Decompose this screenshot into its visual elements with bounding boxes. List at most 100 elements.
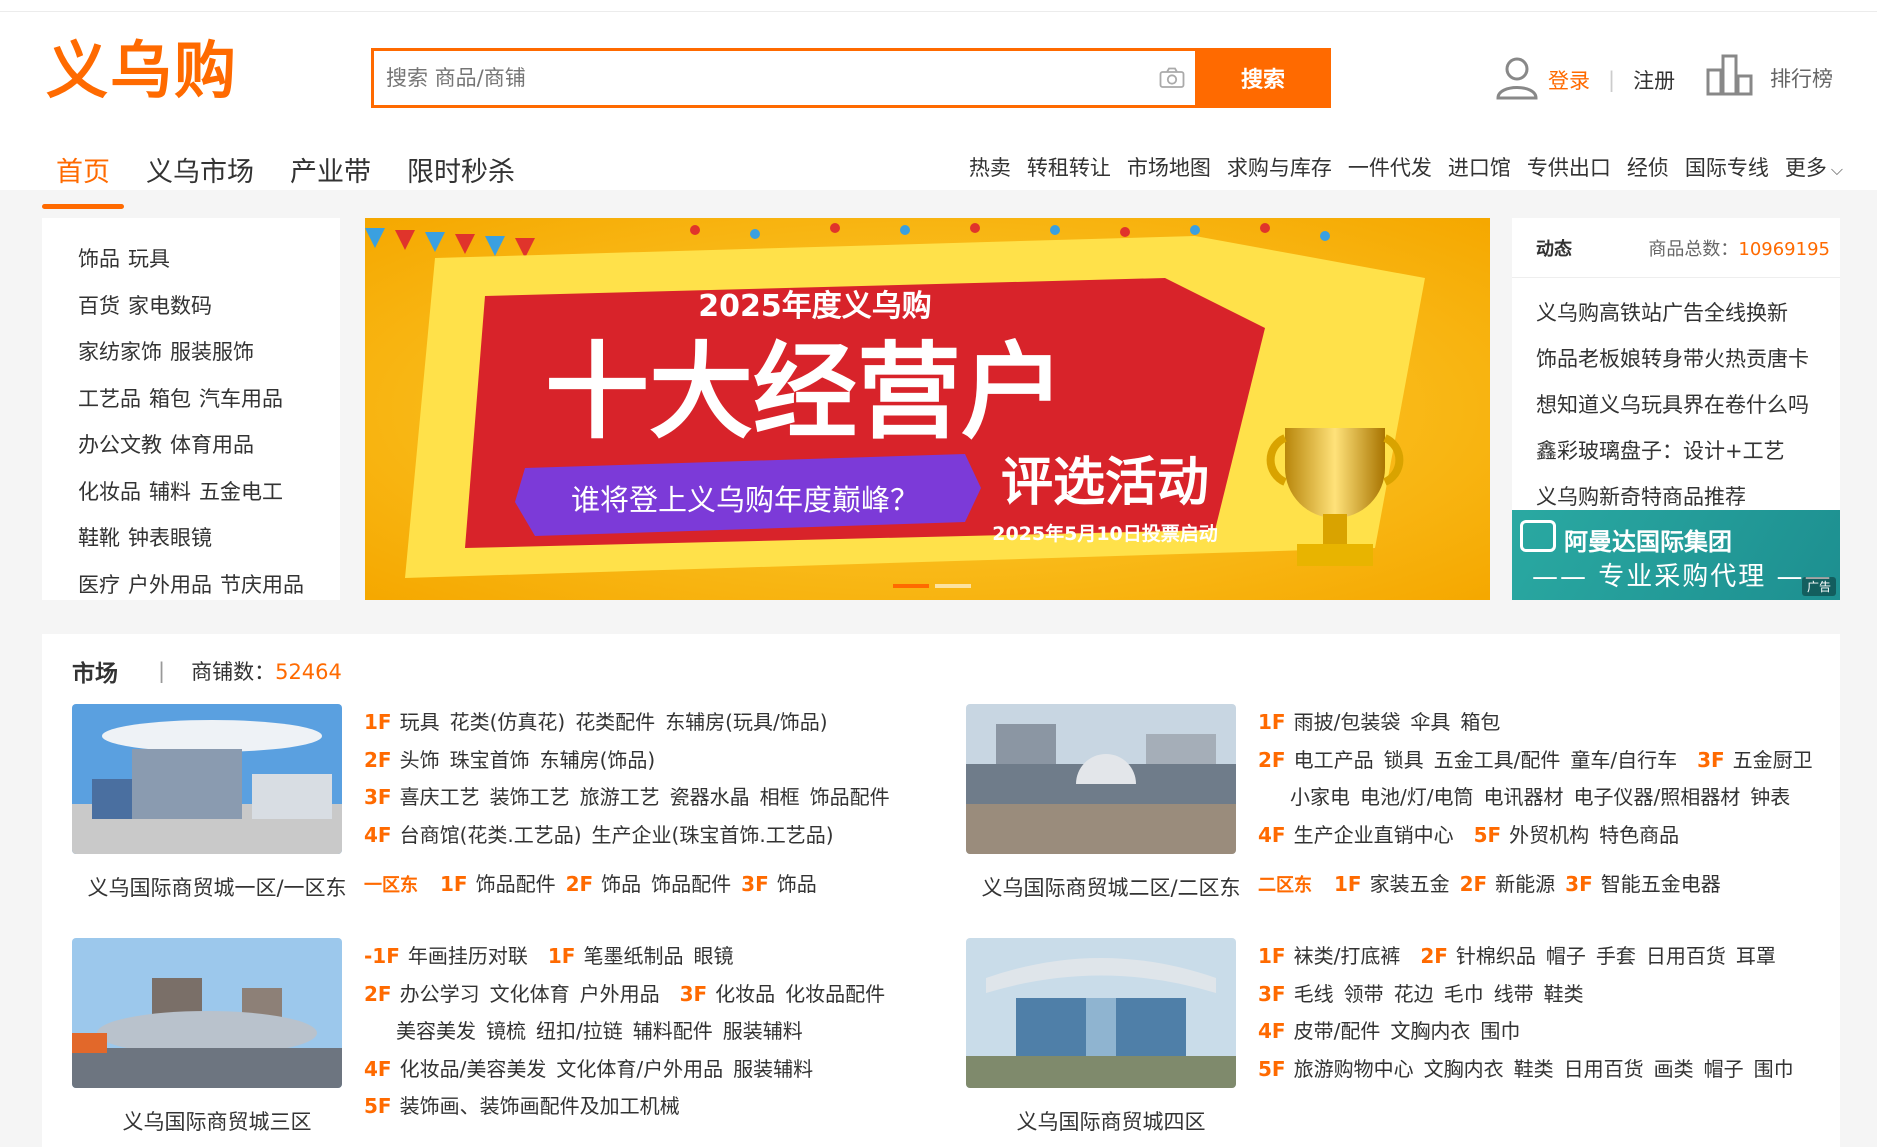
market-category-link[interactable]: 五金工具/配件 [1434,748,1561,772]
market-category-link[interactable]: 帽子 [1704,1057,1744,1081]
market-category-link[interactable]: 服装辅料 [723,1019,803,1043]
search-input[interactable] [374,51,1149,105]
category-link[interactable]: 玩具 [128,247,170,271]
category-link[interactable]: 家纺家饰 [78,340,162,364]
market-category-link[interactable]: 玩具 [400,710,440,734]
market-category-link[interactable]: 化妆品/美容美发 [400,1057,547,1081]
news-item[interactable]: 义乌购高铁站广告全线换新 [1536,290,1840,336]
ad-banner[interactable]: 阿曼达国际集团 —— 专业采购代理 —— 广告 [1512,510,1840,600]
market-category-link[interactable]: 美容美发 [396,1019,476,1043]
market-category-link[interactable]: 钟表 [1750,785,1790,809]
subnav-sublet[interactable]: 转租转让 [1027,152,1111,182]
market-category-link[interactable]: 装饰画、装饰画配件及加工机械 [400,1094,680,1118]
category-link[interactable]: 节庆用品 [220,573,304,597]
category-link[interactable]: 辅料 [149,480,191,504]
market-category-link[interactable]: 耳罩 [1736,944,1776,968]
market-category-link[interactable]: 瓷器水晶 [670,785,750,809]
category-link[interactable]: 办公文教 [78,433,162,457]
market-category-link[interactable]: 年画挂历对联 [408,944,528,968]
market-category-link[interactable]: 手套 [1596,944,1636,968]
market-category-link[interactable]: 雨披/包装袋 [1294,710,1401,734]
category-link[interactable]: 家电数码 [128,294,212,318]
market-category-link[interactable]: 台商馆(花类.工艺品) [400,823,582,847]
market-category-link[interactable]: 东辅房(玩具/饰品) [665,710,827,734]
register-link[interactable]: 注册 [1633,65,1675,95]
subnav-export[interactable]: 专供出口 [1527,152,1611,182]
market-category-link[interactable]: 笔墨纸制品 [583,944,683,968]
market-category-link[interactable]: 外贸机构 [1509,823,1589,847]
market-category-link[interactable]: 电讯器材 [1483,785,1563,809]
market-category-link[interactable]: 化妆品 [715,982,775,1006]
market-category-link[interactable]: 五金厨卫 [1733,748,1813,772]
zone-label[interactable]: 二区东 [1258,875,1312,896]
market-category-link[interactable]: 饰品 [777,872,817,896]
market-category-link[interactable]: 小家电 [1290,785,1350,809]
market-category-link[interactable]: 纽扣/拉链 [536,1019,623,1043]
market-category-link[interactable]: 饰品 [601,872,641,896]
market-photo-district4[interactable] [966,938,1236,1088]
category-link[interactable]: 鞋靴 [78,526,120,550]
category-link[interactable]: 化妆品 [78,480,141,504]
market-category-link[interactable]: 箱包 [1460,710,1500,734]
subnav-dropship[interactable]: 一件代发 [1348,152,1432,182]
market-caption[interactable]: 义乌国际商贸城二区/二区东 [966,872,1256,902]
market-category-link[interactable]: 文化体育 [490,982,570,1006]
market-category-link[interactable]: 童车/自行车 [1570,748,1677,772]
subnav-wanted-stock[interactable]: 求购与库存 [1227,152,1332,182]
market-category-link[interactable]: 电子仪器/照相器材 [1573,785,1740,809]
market-category-link[interactable]: 日用百货 [1564,1057,1644,1081]
market-category-link[interactable]: 户外用品 [580,982,660,1006]
market-category-link[interactable]: 装饰工艺 [490,785,570,809]
market-category-link[interactable]: 围巾 [1754,1057,1794,1081]
market-category-link[interactable]: 旅游工艺 [580,785,660,809]
market-category-link[interactable]: 饰品配件 [651,872,731,896]
market-category-link[interactable]: 日用百货 [1646,944,1726,968]
promo-banner[interactable]: 2025年度义乌购 十大经营户 谁将登上义乌购年度巅峰？ 评选活动 2025年5… [365,218,1490,600]
market-category-link[interactable]: 电池/灯/电筒 [1360,785,1473,809]
market-category-link[interactable]: 文胸内衣 [1390,1019,1470,1043]
market-category-link[interactable]: 画类 [1654,1057,1694,1081]
category-link[interactable]: 钟表眼镜 [128,526,212,550]
category-link[interactable]: 工艺品 [78,387,141,411]
category-link[interactable]: 百货 [78,294,120,318]
subnav-intl-line[interactable]: 国际专线 [1685,152,1769,182]
market-photo-district2[interactable] [966,704,1236,854]
news-item[interactable]: 想知道义乌玩具界在卷什么吗 [1536,382,1840,428]
market-category-link[interactable]: 伞具 [1410,710,1450,734]
market-category-link[interactable]: 化妆品配件 [785,982,885,1006]
market-category-link[interactable]: 镜梳 [486,1019,526,1043]
market-category-link[interactable]: 家装五金 [1370,872,1450,896]
market-caption[interactable]: 义乌国际商贸城一区/一区东 [72,872,362,902]
market-category-link[interactable]: 眼镜 [693,944,733,968]
subnav-more[interactable]: 更多 ⌵ [1785,152,1843,182]
market-category-link[interactable]: 帽子 [1546,944,1586,968]
category-link[interactable]: 户外用品 [128,573,212,597]
market-category-link[interactable]: 喜庆工艺 [400,785,480,809]
market-caption[interactable]: 义乌国际商贸城三区 [72,1106,362,1136]
news-item[interactable]: 鑫彩玻璃盘子：设计+工艺 [1536,428,1840,474]
market-category-link[interactable]: 饰品配件 [476,872,556,896]
market-category-link[interactable]: 服装辅料 [733,1057,813,1081]
market-category-link[interactable]: 鞋类 [1514,1057,1554,1081]
market-category-link[interactable]: 文胸内衣 [1424,1057,1504,1081]
market-category-link[interactable]: 线带 [1494,982,1534,1006]
camera-icon[interactable] [1149,51,1195,105]
market-category-link[interactable]: 饰品配件 [810,785,890,809]
market-category-link[interactable]: 东辅房(饰品) [540,748,656,772]
ranking-link[interactable]: 排行榜 [1706,54,1833,101]
market-category-link[interactable]: 鞋类 [1544,982,1584,1006]
market-category-link[interactable]: 花边 [1394,982,1434,1006]
market-caption[interactable]: 义乌国际商贸城四区 [966,1106,1256,1136]
subnav-import[interactable]: 进口馆 [1448,152,1511,182]
market-category-link[interactable]: 毛巾 [1444,982,1484,1006]
market-category-link[interactable]: 花类配件 [575,710,655,734]
market-category-link[interactable]: 袜类/打底裤 [1294,944,1401,968]
category-link[interactable]: 体育用品 [170,433,254,457]
category-link[interactable]: 箱包 [149,387,191,411]
market-category-link[interactable]: 头饰 [400,748,440,772]
market-category-link[interactable]: 毛线 [1294,982,1334,1006]
market-category-link[interactable]: 智能五金电器 [1601,872,1721,896]
market-category-link[interactable]: 生产企业(珠宝首饰.工艺品) [592,823,834,847]
subnav-police[interactable]: 经侦 [1627,152,1669,182]
subnav-market-map[interactable]: 市场地图 [1127,152,1211,182]
